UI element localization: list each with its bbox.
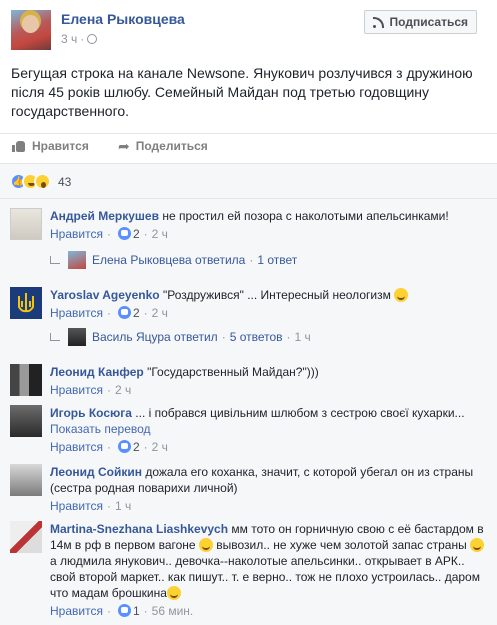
reply-author: Василь Яцура ответил [92,330,218,344]
facebook-post: Елена Рыковцева 3 ч · Подписаться Бегущая… [0,0,497,625]
show-translation-link[interactable]: Показать перевод [50,421,490,437]
reply-author: Елена Рыковцева ответила [92,253,246,267]
comment-like-link[interactable]: Нравится [50,227,103,241]
commenter-avatar[interactable] [10,405,42,437]
share-label: Поделиться [135,139,208,153]
reactions-summary[interactable]: 👍 43 [10,173,71,190]
post-actions: Нравится ➦ Поделиться [0,133,497,159]
smile-emoji-icon [394,288,409,302]
wow-reaction-icon [34,173,51,190]
thumbs-up-icon [12,140,26,152]
author-name[interactable]: Елена Рыковцева [61,11,185,27]
commenter-avatar[interactable] [10,208,42,240]
comment-text: ... і побрався цивільним шлюбом з сестро… [131,406,465,420]
globe-icon [87,34,98,44]
reply-time: 1 ч [294,330,311,344]
comment-time[interactable]: 56 мин. [152,604,194,618]
rss-icon [372,16,384,28]
like-button[interactable]: Нравится [12,139,89,153]
reply-count: 1 ответ [257,253,298,267]
smile-emoji-icon [166,586,181,600]
trident-icon [18,293,34,313]
commenter-name[interactable]: Игорь Косюга [50,406,132,420]
comment-text: не простил ей позора с наколотыми апельс… [158,209,449,223]
post-text: Бегущая строка на канале Newsone. Януков… [11,65,473,119]
post-meta: 3 ч · [61,32,98,46]
reply-arrow-icon [50,333,60,341]
comment-text-part: вывозил.. не хуже чем золотой запас стра… [212,538,471,552]
subscribe-button[interactable]: Подписаться [363,10,477,34]
comment-time[interactable]: 1 ч [115,499,131,513]
smile-emoji-icon [470,538,485,552]
comment-time[interactable]: 2 ч [152,440,168,454]
commenter-avatar[interactable] [10,287,42,319]
comment-time[interactable]: 2 ч [115,383,131,397]
commenter-name[interactable]: Martina-Snezhana Liashkevych [50,522,228,536]
comment-time[interactable]: 2 ч [152,306,168,320]
commenter-avatar[interactable] [10,464,42,496]
comment-like-link[interactable]: Нравится [50,383,103,397]
comment-time[interactable]: 2 ч [152,227,168,241]
comment-like-link[interactable]: Нравится [50,604,103,618]
replies-link[interactable]: Елена Рыковцева ответила · 1 ответ [50,251,297,269]
comment-like-link[interactable]: Нравится [50,440,103,454]
comment-like-link[interactable]: Нравится [50,499,103,513]
smile-emoji-icon [198,538,213,552]
comment-like-count[interactable]: 2 [133,306,140,320]
like-badge-icon [117,604,131,617]
replies-link[interactable]: Василь Яцура ответил · 5 ответов · 1 ч [50,328,311,346]
commenter-name[interactable]: Леонид Сойкин [50,465,142,479]
like-badge-icon [117,440,131,453]
comment-like-count[interactable]: 2 [133,227,140,241]
comment-like-count[interactable]: 2 [133,440,140,454]
comment-text: "Государственный Майдан?"))) [143,365,319,379]
commenter-name[interactable]: Yaroslav Ageyenko [50,288,160,302]
comment-text: "Роздружився" ... Интересный неологизм [159,288,395,302]
like-badge-icon [117,306,131,319]
commenter-name[interactable]: Леонид Канфер [50,365,144,379]
author-avatar[interactable] [11,10,51,50]
share-arrow-icon: ➦ [118,138,130,154]
comments-section: Андрей Меркушев не простил ей позора с н… [0,199,497,625]
reply-avatar [68,328,86,346]
reaction-count: 43 [58,174,72,189]
reply-avatar [68,251,86,269]
post-time[interactable]: 3 ч [61,32,77,46]
commenter-name[interactable]: Андрей Меркушев [50,209,159,223]
comment-like-count[interactable]: 1 [133,604,140,618]
like-badge-icon [117,227,131,240]
commenter-avatar[interactable] [10,521,42,553]
like-label: Нравится [32,139,89,153]
reactions-bar: 👍 43 [0,163,497,199]
subscribe-label: Подписаться [389,15,468,29]
reply-count: 5 ответов [229,330,283,344]
post-header: Елена Рыковцева 3 ч · Подписаться [11,10,487,50]
reply-arrow-icon [50,256,60,264]
comment-text-part: а людмила янукович.. девочка--наколотые … [50,554,480,600]
share-button[interactable]: ➦ Поделиться [118,139,208,153]
comment-like-link[interactable]: Нравится [50,306,103,320]
commenter-avatar[interactable] [10,364,42,396]
